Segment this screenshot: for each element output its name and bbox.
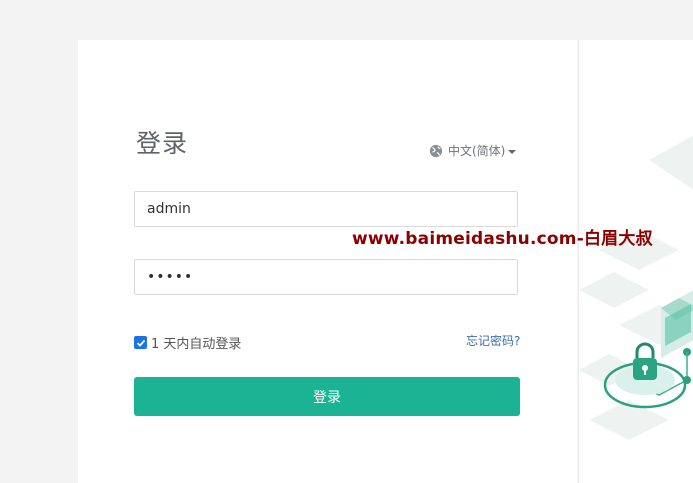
watermark-text: www.baimeidashu.com-白眉大叔	[352, 229, 653, 249]
login-page: 登录 中文(简体) www.baimeidashu.com-白眉大叔 1 天内自…	[0, 0, 693, 483]
password-field[interactable]	[134, 259, 518, 295]
page-title: 登录	[136, 129, 189, 158]
forgot-password-link[interactable]: 忘记密码?	[466, 332, 520, 349]
chevron-down-icon	[508, 149, 517, 154]
language-selector[interactable]: 中文(简体)	[429, 142, 517, 159]
login-button[interactable]: 登录	[134, 377, 520, 416]
check-icon	[136, 339, 145, 347]
remember-label: 1 天内自动登录	[151, 337, 242, 352]
remember-me[interactable]: 1 天内自动登录	[134, 333, 241, 352]
remember-checkbox[interactable]	[134, 336, 147, 349]
illustration-panel	[578, 40, 693, 483]
security-illustration	[579, 135, 693, 440]
language-label: 中文(简体)	[448, 144, 506, 158]
username-field[interactable]	[134, 191, 518, 227]
globe-icon	[429, 144, 443, 157]
